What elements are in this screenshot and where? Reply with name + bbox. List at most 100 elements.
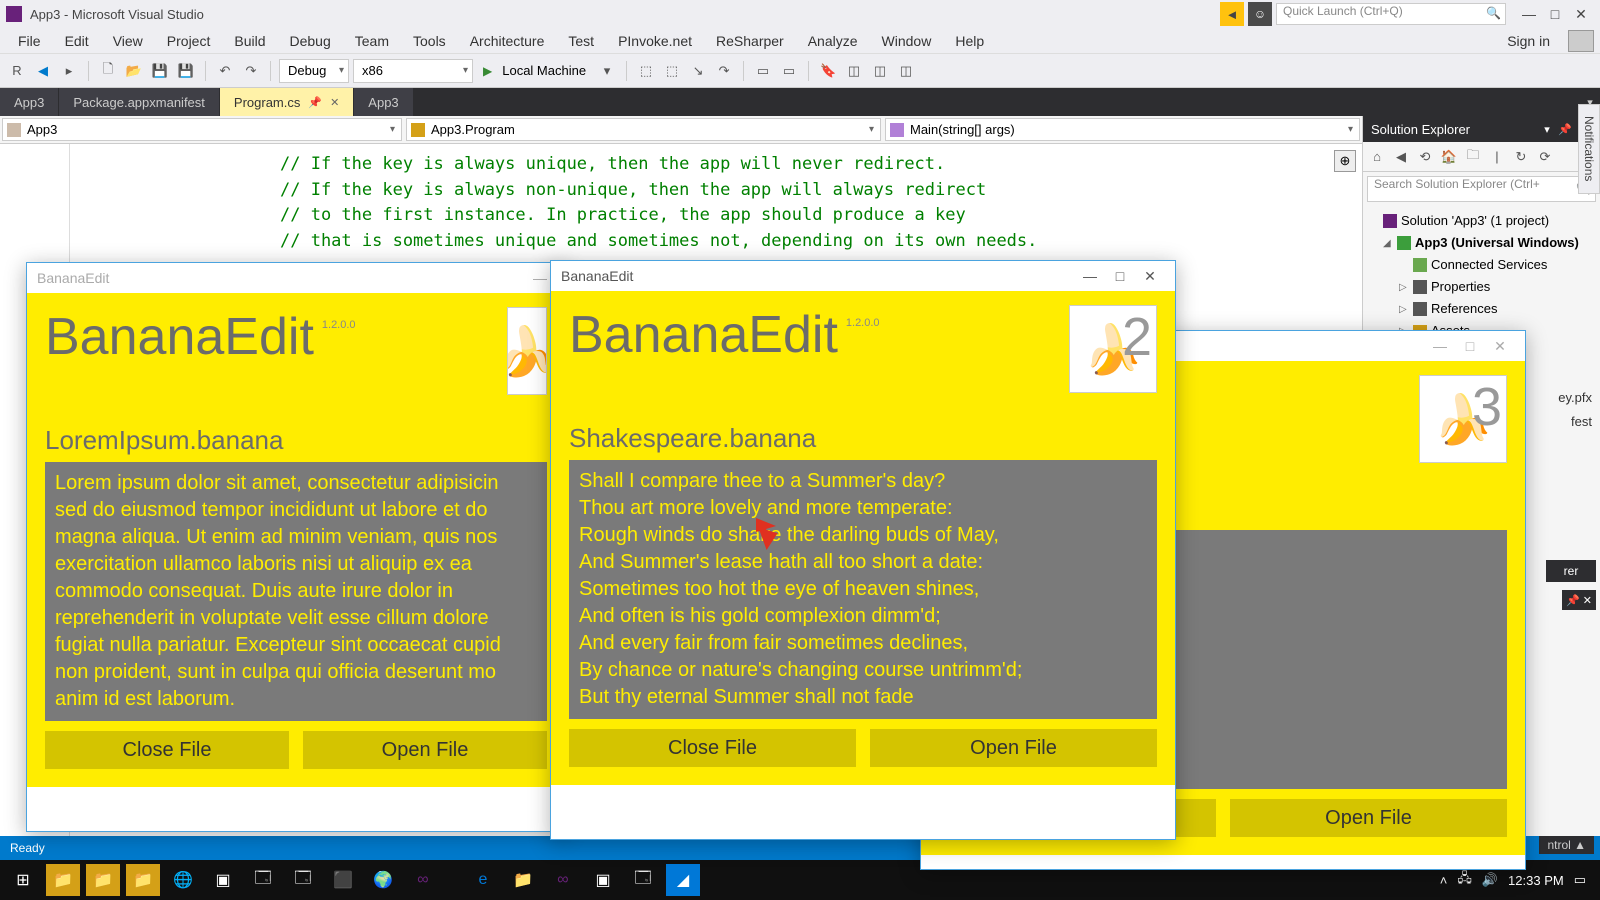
open-file-button[interactable]: Open File (1230, 799, 1507, 837)
menu-file[interactable]: File (6, 33, 53, 49)
menu-test[interactable]: Test (556, 33, 606, 49)
menu-build[interactable]: Build (222, 33, 277, 49)
file-body[interactable]: Shall I compare thee to a Summer's day? … (569, 460, 1157, 719)
sign-in-link[interactable]: Sign in (1495, 33, 1562, 49)
back-icon[interactable]: ◀ (1391, 149, 1411, 165)
tb-folder-1[interactable]: 📁 (46, 864, 80, 896)
file-body[interactable]: Lorem ipsum dolor sit amet, consectetur … (45, 462, 547, 721)
tb-icon-2[interactable]: ⬚ (661, 60, 683, 82)
tb-app-4[interactable]: ⬛ (326, 864, 360, 896)
menu-project[interactable]: Project (155, 33, 223, 49)
tb-app-6[interactable]: 🗔 (626, 864, 660, 896)
tab-manifest[interactable]: Package.appxmanifest (59, 88, 220, 116)
menu-edit[interactable]: Edit (53, 33, 101, 49)
nav-class-select[interactable]: App3.Program (406, 118, 881, 141)
redo-icon[interactable]: ↷ (240, 60, 262, 82)
menu-tools[interactable]: Tools (401, 33, 458, 49)
tab-app3-1[interactable]: App3 (0, 88, 59, 116)
menu-analyze[interactable]: Analyze (796, 33, 870, 49)
close-file-button[interactable]: Close File (45, 731, 289, 769)
step-over-icon[interactable]: ↷ (713, 60, 735, 82)
solution-tree[interactable]: Solution 'App3' (1 project) ◢App3 (Unive… (1363, 206, 1600, 347)
tb-icon-6[interactable]: ◫ (869, 60, 891, 82)
system-tray[interactable]: ˄ 🖧 🔊 12:33 PM ▭ (1440, 869, 1594, 891)
tb-cmd-icon[interactable]: ▣ (586, 864, 620, 896)
tray-action-icon[interactable]: ▭ (1574, 872, 1586, 888)
open-file-button[interactable]: Open File (303, 731, 547, 769)
tb-i1[interactable]: 🏠 (1439, 149, 1459, 165)
feedback-icon[interactable]: ☺ (1248, 2, 1272, 26)
minimize-button[interactable]: — (1425, 338, 1455, 354)
tb-icon-4[interactable]: ▭ (778, 60, 800, 82)
control-tab-frag[interactable]: ntrol ▲ (1539, 836, 1594, 854)
play-icon[interactable]: ▶ (483, 64, 492, 78)
tray-clock[interactable]: 12:33 PM (1508, 873, 1564, 888)
config-select[interactable]: Debug (279, 59, 349, 83)
solexp-search-input[interactable]: Search Solution Explorer (Ctrl+🔍 (1367, 176, 1596, 202)
tab-app3-2[interactable]: App3 (354, 88, 413, 116)
close-button[interactable]: ✕ (1485, 338, 1515, 355)
tb-edge-icon[interactable]: e (466, 864, 500, 896)
chevron-down-icon[interactable]: ▾ (596, 60, 618, 82)
tb-folder-3[interactable]: 📁 (126, 864, 160, 896)
tb-app-7[interactable]: ◢ (666, 864, 700, 896)
tray-up-icon[interactable]: ˄ (1440, 873, 1448, 888)
notifications-tab[interactable]: Notifications (1578, 104, 1600, 194)
save-icon[interactable]: 💾 (149, 60, 171, 82)
menu-team[interactable]: Team (343, 33, 401, 49)
solexp-pin-icon[interactable]: 📌 (1556, 123, 1574, 136)
nav-back-icon[interactable]: ◀ (32, 60, 54, 82)
close-button[interactable]: ✕ (1135, 268, 1165, 285)
tb-i2[interactable]: 🗀 (1463, 146, 1483, 168)
tb-icon-5[interactable]: ◫ (843, 60, 865, 82)
tb-app-3[interactable]: 🗔 (286, 864, 320, 896)
tb-icon-1[interactable]: ⬚ (635, 60, 657, 82)
open-file-button[interactable]: Open File (870, 729, 1157, 767)
menu-help[interactable]: Help (943, 33, 996, 49)
pane-controls[interactable]: 📌 ✕ (1562, 590, 1596, 610)
tb-app-2[interactable]: 🗔 (246, 864, 280, 896)
maximize-button[interactable]: □ (1542, 6, 1568, 22)
home-icon[interactable]: ⌂ (1367, 149, 1387, 164)
tb-app-1[interactable]: 🌐 (166, 864, 200, 896)
tb-app-5[interactable]: 🌍 (366, 864, 400, 896)
nav-project-select[interactable]: App3 (2, 118, 402, 141)
banana-window-2[interactable]: BananaEdit —□✕ BananaEdit1.2.0.0 🍌2 Shak… (550, 260, 1176, 840)
avatar-icon[interactable] (1568, 30, 1594, 52)
quick-launch-input[interactable]: Quick Launch (Ctrl+Q) 🔍 (1276, 3, 1506, 25)
tb-i3[interactable]: ⟳ (1535, 149, 1555, 165)
tb-icon-3[interactable]: ▭ (752, 60, 774, 82)
sync-icon[interactable]: ⟲ (1415, 149, 1435, 165)
undo-icon[interactable]: ↶ (214, 60, 236, 82)
tray-net-icon[interactable]: 🖧 (1457, 869, 1472, 891)
step-into-icon[interactable]: ↘ (687, 60, 709, 82)
tb-terminal[interactable]: ▣ (206, 864, 240, 896)
menu-architecture[interactable]: Architecture (458, 33, 557, 49)
solexp-dropdown-icon[interactable]: ▾ (1538, 123, 1556, 136)
resharper-icon[interactable]: R (6, 60, 28, 82)
refresh-icon[interactable]: ↻ (1511, 149, 1531, 165)
minimize-button[interactable]: — (1516, 6, 1542, 22)
menu-view[interactable]: View (101, 33, 155, 49)
tb-explorer-icon[interactable]: 📁 (506, 864, 540, 896)
start-button[interactable]: ⊞ (6, 864, 40, 896)
minimize-button[interactable]: — (1075, 268, 1105, 284)
maximize-button[interactable]: □ (1105, 268, 1135, 284)
nav-fwd-icon[interactable]: ▸ (58, 60, 80, 82)
nav-member-select[interactable]: Main(string[] args) (885, 118, 1360, 141)
bookmark-icon[interactable]: 🔖 (817, 60, 839, 82)
platform-select[interactable]: x86 (353, 59, 473, 83)
menu-window[interactable]: Window (870, 33, 944, 49)
tb-vs-icon[interactable]: ∞ (406, 864, 440, 896)
new-project-icon[interactable]: 🗋 (97, 60, 119, 82)
close-tab-icon[interactable]: ✕ (330, 96, 339, 109)
maximize-button[interactable]: □ (1455, 338, 1485, 354)
tb-vs-running-icon[interactable]: ∞ (546, 864, 580, 896)
menu-pinvoke[interactable]: PInvoke.net (606, 33, 704, 49)
tray-vol-icon[interactable]: 🔊 (1482, 872, 1498, 888)
save-all-icon[interactable]: 💾 (175, 60, 197, 82)
collapse-icon[interactable]: ⊕ (1334, 150, 1356, 172)
banana-window-1[interactable]: BananaEdit — BananaEdit1.2.0.0 🍌 LoremIp… (26, 262, 566, 832)
notify-flag-icon[interactable]: ◄ (1220, 2, 1244, 26)
explorer-tab-frag[interactable]: rer (1546, 560, 1596, 582)
